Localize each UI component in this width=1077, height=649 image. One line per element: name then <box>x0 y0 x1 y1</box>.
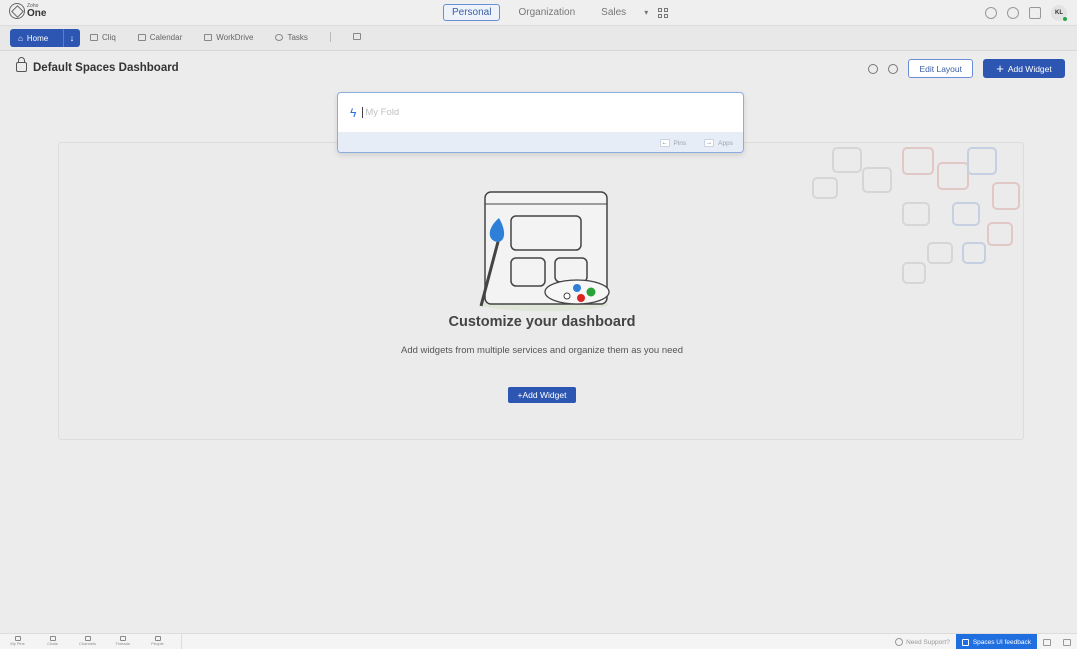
bottom-item-label: Chats <box>47 641 58 646</box>
nav-item-cliq[interactable]: Cliq <box>90 33 116 42</box>
settings-icon[interactable] <box>985 7 997 19</box>
chevron-down-icon[interactable]: ▾ <box>644 8 648 17</box>
support-label: Need Support? <box>906 638 950 646</box>
add-widget-button[interactable]: + Add Widget <box>983 59 1065 78</box>
refresh-icon[interactable] <box>888 63 899 74</box>
scope-switcher: Personal Organization Sales ▾ <box>443 4 669 21</box>
feedback-button[interactable]: Spaces UI feedback <box>955 634 1037 649</box>
plus-icon: + <box>996 61 1004 76</box>
bottom-item-people[interactable]: People <box>140 634 175 649</box>
zoho-one-logo[interactable]: Zoho One <box>9 3 46 19</box>
home-label: Home <box>26 33 49 43</box>
bottom-item-channels[interactable]: Channels <box>70 634 105 649</box>
bottom-item-label: My Pins <box>10 641 25 646</box>
calendar-icon <box>137 34 146 41</box>
tag-icon <box>1043 638 1051 646</box>
arrow-right-icon: → <box>704 139 715 147</box>
chat-icon <box>90 34 98 41</box>
need-support-link[interactable]: Need Support? <box>889 638 956 646</box>
nav-item-tasks[interactable]: Tasks <box>275 33 308 42</box>
page-title: Default Spaces Dashboard <box>33 62 179 74</box>
search-hints: ← Pins → Apps <box>338 132 743 152</box>
page-header: Default Spaces Dashboard Edit Layout + A… <box>0 51 1077 89</box>
cta-wrap: +Add Widget <box>59 387 1023 403</box>
scope-tab-personal[interactable]: Personal <box>443 4 501 21</box>
top-right-actions: KL <box>985 5 1067 21</box>
empty-state-title: Customize your dashboard <box>448 314 636 330</box>
add-widget-cta-button[interactable]: +Add Widget <box>508 387 576 403</box>
tasks-icon <box>275 34 284 41</box>
print-icon <box>1063 638 1071 646</box>
bottom-item-my-pins[interactable]: My Pins <box>0 634 35 649</box>
add-widget-label: Add Widget <box>1007 63 1052 74</box>
empty-state-subtitle: Add widgets from multiple services and o… <box>401 345 683 356</box>
hint-pins: ← Pins <box>659 139 687 147</box>
dashboard-empty-panel: Customize your dashboard Add widgets fro… <box>58 142 1024 440</box>
nav-item-label: Cliq <box>102 33 116 42</box>
settings-icon[interactable] <box>868 63 879 74</box>
hint-pins-label: Pins <box>673 139 687 147</box>
tail-action[interactable] <box>1057 638 1077 646</box>
window-icon[interactable] <box>1029 7 1041 19</box>
logo-text: Zoho One <box>27 3 47 19</box>
nav-item-label: WorkDrive <box>216 33 254 42</box>
logo-big-text: One <box>27 7 47 19</box>
home-button[interactable]: ⌂ Home ↓ <box>10 29 80 47</box>
bottom-item-chats[interactable]: Chats <box>35 634 70 649</box>
bottom-item-threads[interactable]: Threads <box>105 634 140 649</box>
bottom-shortcuts: My Pins Chats Channels Threads People <box>0 634 182 649</box>
nav-item-label: Tasks <box>287 33 308 42</box>
search-row: ϟ <box>338 93 743 132</box>
lock-icon <box>16 57 27 72</box>
logo-icon <box>9 3 25 19</box>
scope-tab-organization[interactable]: Organization <box>510 5 583 20</box>
nav-items: Cliq Calendar WorkDrive Tasks <box>90 32 361 42</box>
nav-item-calendar[interactable]: Calendar <box>137 33 183 42</box>
search-input[interactable] <box>362 107 723 118</box>
bottom-item-label: People <box>151 641 164 646</box>
decorative-pattern <box>812 147 1020 284</box>
tail-action[interactable] <box>1037 638 1057 646</box>
scope-tab-sales[interactable]: Sales <box>593 5 634 20</box>
bottom-right: Need Support? Spaces UI feedback <box>889 634 1077 649</box>
headset-icon <box>895 638 904 646</box>
home-icon: ⌂ <box>18 33 23 43</box>
header-actions: Edit Layout + Add Widget <box>868 59 1065 78</box>
bottom-bar: My Pins Chats Channels Threads People Ne… <box>0 633 1077 649</box>
hint-apps: → Apps <box>704 139 733 147</box>
dashboard-illustration-icon <box>479 191 610 311</box>
hint-apps-label: Apps <box>718 139 733 147</box>
nav-divider <box>329 32 331 42</box>
edit-layout-button[interactable]: Edit Layout <box>908 59 973 78</box>
quick-search-popup: ϟ ← Pins → Apps <box>337 92 744 153</box>
bolt-icon[interactable] <box>1007 7 1019 19</box>
app-grid-icon[interactable] <box>658 7 669 18</box>
home-main: ⌂ Home <box>10 29 56 47</box>
feedback-label: Spaces UI feedback <box>972 638 1031 646</box>
nav-bar: ⌂ Home ↓ Cliq Calendar WorkDrive Tasks <box>0 26 1077 51</box>
bottom-item-label: Threads <box>115 641 130 646</box>
arrow-left-icon: ← <box>659 139 670 147</box>
nav-item-workdrive[interactable]: WorkDrive <box>204 33 253 42</box>
folder-icon <box>204 34 213 41</box>
bolt-icon: ϟ <box>350 105 357 120</box>
top-bar: Zoho One Personal Organization Sales ▾ K… <box>0 0 1077 26</box>
avatar[interactable]: KL <box>1051 5 1067 21</box>
nav-item-label: Calendar <box>149 33 183 42</box>
feedback-icon <box>961 638 969 646</box>
customize-nav-icon[interactable] <box>352 33 361 40</box>
arrow-down-icon[interactable]: ↓ <box>64 33 80 43</box>
bottom-item-label: Channels <box>79 641 96 646</box>
